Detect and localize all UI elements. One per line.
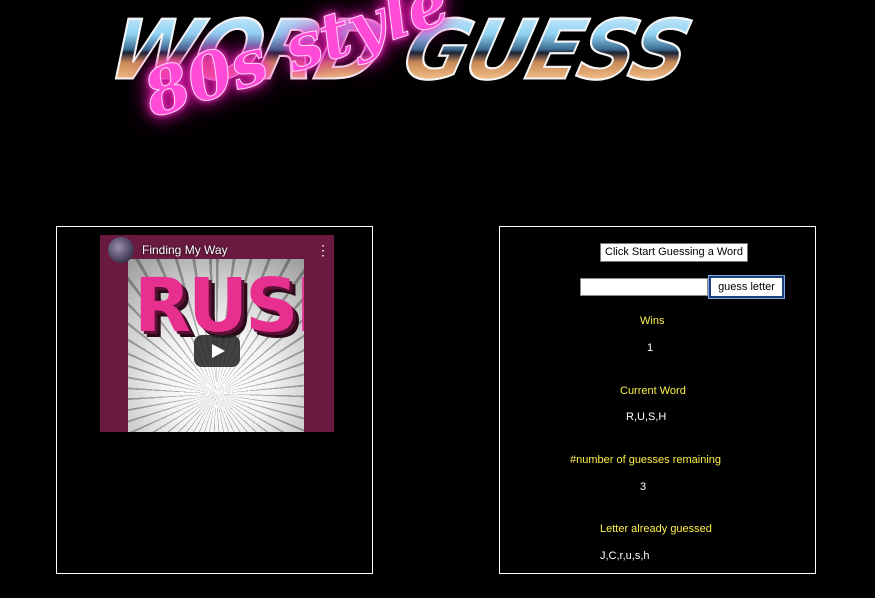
- start-button[interactable]: Click Start Guessing a Word: [600, 243, 748, 262]
- current-word-label: Current Word: [620, 385, 686, 397]
- channel-avatar[interactable]: [108, 237, 134, 263]
- header-logo: WORD GUESS 80s style: [0, 0, 875, 200]
- wins-label: Wins: [640, 315, 665, 327]
- wins-value: 1: [647, 342, 654, 354]
- video-title[interactable]: Finding My Way: [142, 243, 316, 257]
- video-header: Finding My Way ⋮: [108, 237, 330, 263]
- video-panel: RUSH Finding My Way ⋮: [56, 226, 373, 574]
- letters-guessed-value: J,C,r,u,s,h: [600, 550, 650, 562]
- current-word-value: R,U,S,H: [626, 411, 667, 423]
- letter-input[interactable]: [580, 278, 708, 296]
- vertical-dots-icon[interactable]: ⋮: [316, 242, 330, 259]
- guesses-remaining-label: #number of guesses remaining: [570, 454, 722, 466]
- letters-guessed-label: Letter already guessed: [600, 523, 712, 535]
- game-panel: Click Start Guessing a Word guess letter…: [499, 226, 816, 574]
- video-embed[interactable]: RUSH Finding My Way ⋮: [100, 235, 334, 432]
- guesses-remaining-value: 3: [640, 481, 647, 493]
- play-icon[interactable]: [194, 335, 240, 367]
- guess-letter-button[interactable]: guess letter: [708, 275, 785, 299]
